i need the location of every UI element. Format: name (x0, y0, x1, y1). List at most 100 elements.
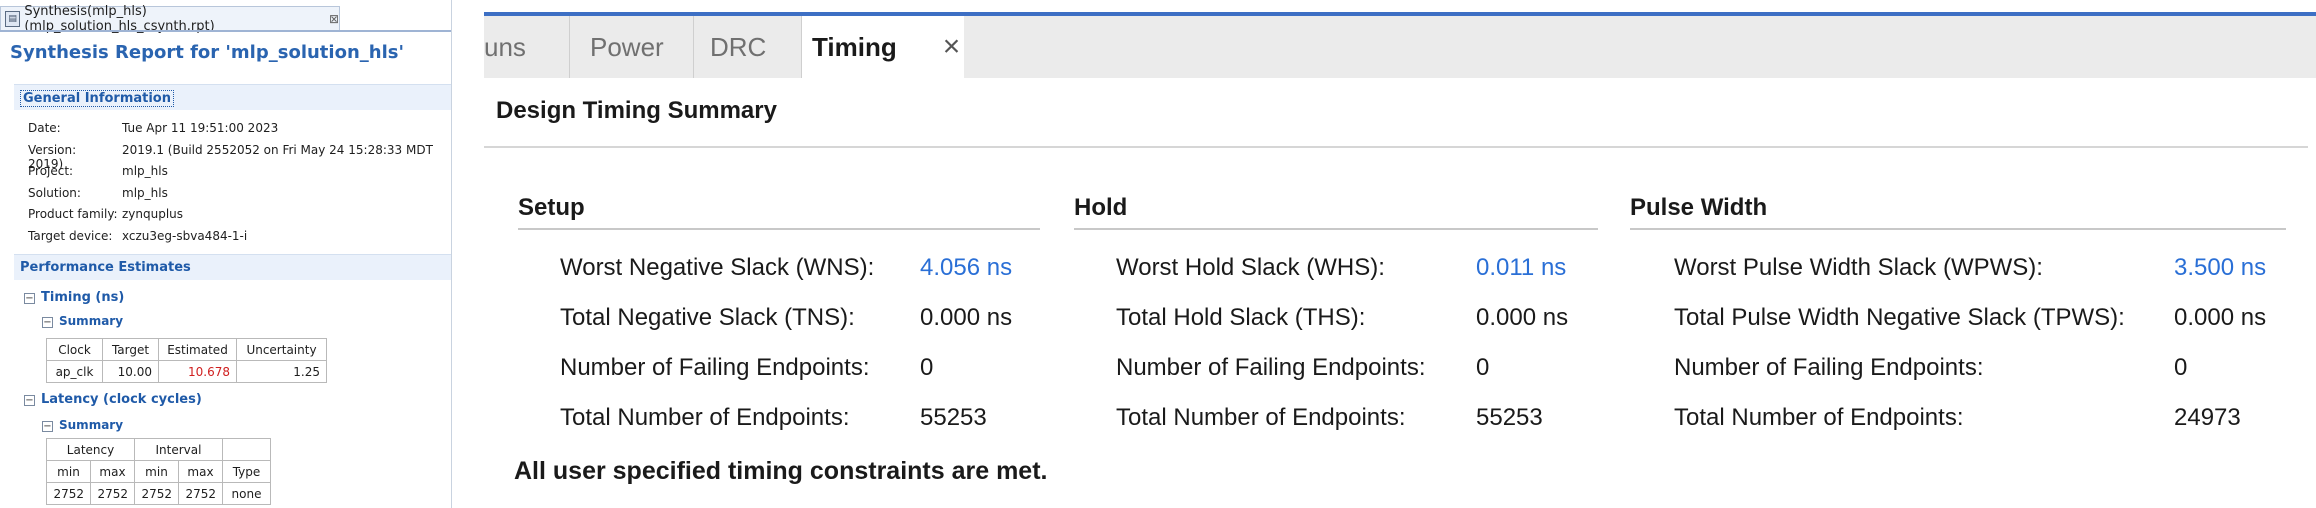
setup-heading: Setup (518, 194, 585, 221)
section-title-performance[interactable]: Performance Estimates (20, 260, 191, 275)
tab-power[interactable]: Power (570, 16, 694, 78)
info-row: Target device: xczu3eg-sbva484-1-i (28, 229, 247, 243)
table-header-row: Clock Target Estimated Uncertainty (46, 338, 327, 361)
setup-metric-label: Total Negative Slack (TNS): (560, 304, 855, 331)
pulse-width-worst-slack-link[interactable]: 3.500 ns (2174, 254, 2266, 282)
pulse-width-metric-value: 24973 (2174, 404, 2241, 431)
setup-metric-label: Worst Negative Slack (WNS): (560, 254, 875, 281)
latency-tree-node[interactable]: − Latency (clock cycles) (24, 392, 202, 407)
info-key: Product family: (28, 207, 118, 222)
hold-heading: Hold (1074, 194, 1128, 221)
tab-bar: uns Power DRC Timing × (484, 16, 2316, 78)
tab-label: DRC (710, 31, 767, 62)
latency-summary-node[interactable]: − Summary (42, 418, 123, 432)
pulse-width-metric-label: Total Pulse Width Negative Slack (TPWS): (1674, 304, 2125, 331)
section-title-general[interactable]: General Information (20, 90, 174, 107)
info-row: Solution: mlp_hls (28, 186, 168, 200)
report-tab-title: Synthesis(mlp_hls)(mlp_solution_hls_csyn… (24, 3, 215, 34)
setup-metric-value: 0.000 ns (920, 304, 1013, 331)
info-value: zynquplus (122, 207, 184, 222)
setup-worst-slack-link[interactable]: 4.056 ns (920, 254, 1012, 282)
table-row: ap_clk 10.00 10.678 1.25 (46, 360, 327, 383)
table-header: max (178, 460, 223, 483)
tab-drc[interactable]: DRC (694, 16, 802, 78)
hls-report-pane: ▤ Synthesis(mlp_hls)(mlp_solution_hls_cs… (0, 0, 452, 508)
setup-metric-value: 55253 (920, 404, 987, 431)
hold-metric-label: Number of Failing Endpoints: (1116, 354, 1426, 381)
info-key: Version: (28, 142, 77, 157)
hold-metric-label: Total Hold Slack (THS): (1116, 304, 1366, 331)
report-editor-tab[interactable]: ▤ Synthesis(mlp_hls)(mlp_solution_hls_cs… (0, 4, 340, 34)
timing-tree-node[interactable]: − Timing (ns) (24, 290, 124, 305)
info-value: mlp_hls (122, 164, 168, 179)
info-key: Solution: (28, 185, 81, 200)
setup-metric-label: Number of Failing Endpoints: (560, 354, 870, 381)
table-header (222, 438, 271, 461)
timing-status-message: All user specified timing constraints ar… (514, 457, 1048, 485)
table-cell: 2752 (134, 482, 179, 505)
table-row: 2752 2752 2752 2752 none (46, 482, 271, 505)
setup-metric-value: 0 (920, 354, 934, 381)
close-icon[interactable]: × (943, 30, 961, 64)
info-row: Date: Tue Apr 11 19:51:00 2023 (28, 121, 278, 135)
latency-summary-label: Summary (59, 418, 124, 432)
tab-underline (0, 30, 451, 32)
collapse-icon[interactable]: − (24, 395, 35, 406)
close-icon[interactable]: ⊠ (329, 12, 339, 26)
divider (518, 228, 1040, 230)
table-header: Clock (46, 338, 103, 361)
tab-timing[interactable]: Timing × (802, 16, 964, 78)
pulse-width-heading: Pulse Width (1630, 194, 1768, 221)
table-header: min (46, 460, 91, 483)
collapse-icon[interactable]: − (24, 293, 35, 304)
timing-summary-node[interactable]: − Summary (42, 314, 123, 328)
pulse-width-metric-label: Total Number of Endpoints: (1674, 404, 1964, 431)
timing-label: Timing (ns) (41, 290, 125, 305)
table-header: Estimated (158, 338, 237, 361)
hold-metric-value: 55253 (1476, 404, 1543, 431)
info-key: Date: (28, 121, 61, 135)
table-cell: 2752 (178, 482, 223, 505)
pulse-width-metric-value: 0 (2174, 354, 2188, 381)
table-cell: none (222, 482, 271, 505)
latency-label: Latency (clock cycles) (41, 392, 202, 407)
table-cell: 2752 (90, 482, 135, 505)
info-key: Project: (28, 164, 74, 179)
table-group-header-row: Latency Interval (46, 438, 271, 461)
timing-summary-table: Clock Target Estimated Uncertainty ap_cl… (46, 338, 327, 383)
hold-metric-value: 0.000 ns (1476, 304, 1569, 331)
hold-metric-value: 0 (1476, 354, 1490, 381)
tab-label: Timing (812, 31, 897, 62)
general-information-section[interactable]: General Information (14, 84, 451, 110)
table-header: min (134, 460, 179, 483)
page-title: Design Timing Summary (496, 97, 777, 124)
collapse-icon[interactable]: − (42, 317, 53, 328)
tab-runs[interactable]: uns (484, 16, 570, 78)
table-header: Uncertainty (236, 338, 327, 361)
tab-label: uns (484, 31, 526, 62)
info-value: Tue Apr 11 19:51:00 2023 (122, 121, 279, 135)
hold-worst-slack-link[interactable]: 0.011 ns (1476, 254, 1566, 282)
info-row: Product family: zynquplus (28, 207, 183, 221)
table-cell: 2752 (46, 482, 91, 505)
pulse-width-metric-label: Number of Failing Endpoints: (1674, 354, 1984, 381)
info-value: mlp_hls (122, 185, 168, 200)
table-header: max (90, 460, 135, 483)
info-key: Target device: (28, 229, 113, 243)
divider (1630, 228, 2286, 230)
table-header: Latency (46, 438, 135, 461)
pulse-width-metric-label: Worst Pulse Width Slack (WPWS): (1674, 254, 2043, 281)
performance-estimates-section[interactable]: Performance Estimates (14, 254, 451, 280)
latency-summary-table: Latency Interval min max min max Type 27… (46, 438, 271, 505)
hold-metric-label: Worst Hold Slack (WHS): (1116, 254, 1385, 281)
pulse-width-metric-value: 0.000 ns (2174, 304, 2267, 331)
hold-metric-label: Total Number of Endpoints: (1116, 404, 1406, 431)
page-title: Synthesis Report for 'mlp_solution_hls' (10, 42, 404, 63)
collapse-icon[interactable]: − (42, 421, 53, 432)
info-value: xczu3eg-sbva484-1-i (122, 229, 248, 243)
table-header: Interval (134, 438, 223, 461)
tab-label: Power (590, 31, 664, 62)
info-row: Project: mlp_hls (28, 164, 168, 178)
timing-summary-pane: uns Power DRC Timing × Design Timing Sum… (484, 0, 2316, 508)
divider (1074, 228, 1598, 230)
